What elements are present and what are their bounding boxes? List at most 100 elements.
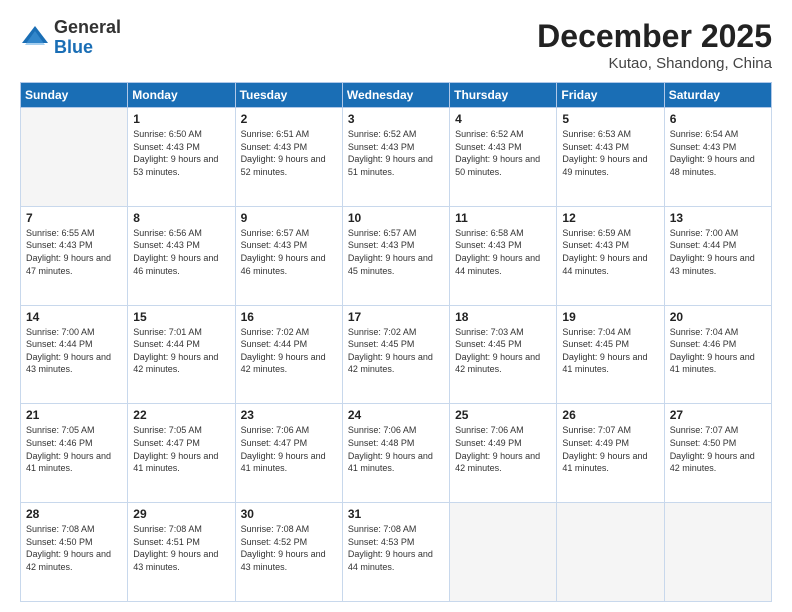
day-number: 17 — [348, 310, 444, 324]
day-number: 3 — [348, 112, 444, 126]
weekday-header-wednesday: Wednesday — [342, 83, 449, 108]
calendar-body: 1Sunrise: 6:50 AMSunset: 4:43 PMDaylight… — [21, 108, 772, 602]
day-number: 13 — [670, 211, 766, 225]
calendar-cell: 25 Sunrise: 7:06 AMSunset: 4:49 PMDayligh… — [450, 404, 557, 503]
day-info: Sunrise: 7:07 AMSunset: 4:50 PMDaylight:… — [670, 424, 766, 474]
day-number: 21 — [26, 408, 122, 422]
calendar-page: General Blue December 2025 Kutao, Shando… — [0, 0, 792, 612]
calendar-cell: 27 Sunrise: 7:07 AMSunset: 4:50 PMDayligh… — [664, 404, 771, 503]
weekday-header-sunday: Sunday — [21, 83, 128, 108]
day-info: Sunrise: 7:02 AMSunset: 4:45 PMDaylight:… — [348, 326, 444, 376]
calendar-cell: 30 Sunrise: 7:08 AMSunset: 4:52 PMDayligh… — [235, 503, 342, 602]
day-number: 30 — [241, 507, 337, 521]
calendar-cell: 22 Sunrise: 7:05 AMSunset: 4:47 PMDayligh… — [128, 404, 235, 503]
day-number: 28 — [26, 507, 122, 521]
calendar-cell: 21 Sunrise: 7:05 AMSunset: 4:46 PMDayligh… — [21, 404, 128, 503]
calendar-cell: 23Sunrise: 7:06 AMSunset: 4:47 PMDayligh… — [235, 404, 342, 503]
day-number: 19 — [562, 310, 658, 324]
day-info: Sunrise: 6:59 AMSunset: 4:43 PMDaylight:… — [562, 227, 658, 277]
calendar-week-row: 28 Sunrise: 7:08 AMSunset: 4:50 PMDayligh… — [21, 503, 772, 602]
day-info: Sunrise: 6:55 AMSunset: 4:43 PMDaylight:… — [26, 227, 122, 277]
day-number: 4 — [455, 112, 551, 126]
day-number: 25 — [455, 408, 551, 422]
day-number: 7 — [26, 211, 122, 225]
day-number: 18 — [455, 310, 551, 324]
day-info: Sunrise: 7:06 AMSunset: 4:48 PMDaylight:… — [348, 424, 444, 474]
day-info: Sunrise: 7:02 AMSunset: 4:44 PMDaylight:… — [241, 326, 337, 376]
calendar-week-row: 21 Sunrise: 7:05 AMSunset: 4:46 PMDayligh… — [21, 404, 772, 503]
logo-general: General — [54, 18, 121, 38]
calendar-cell — [450, 503, 557, 602]
day-info: Sunrise: 7:04 AMSunset: 4:46 PMDaylight:… — [670, 326, 766, 376]
day-number: 23 — [241, 408, 337, 422]
day-info: Sunrise: 7:03 AMSunset: 4:45 PMDaylight:… — [455, 326, 551, 376]
calendar-cell: 11 Sunrise: 6:58 AMSunset: 4:43 PMDayligh… — [450, 206, 557, 305]
calendar-cell: 19Sunrise: 7:04 AMSunset: 4:45 PMDayligh… — [557, 305, 664, 404]
calendar-table: SundayMondayTuesdayWednesdayThursdayFrid… — [20, 82, 772, 602]
calendar-cell: 29Sunrise: 7:08 AMSunset: 4:51 PMDayligh… — [128, 503, 235, 602]
calendar-cell: 8Sunrise: 6:56 AMSunset: 4:43 PMDaylight… — [128, 206, 235, 305]
weekday-header-tuesday: Tuesday — [235, 83, 342, 108]
day-number: 27 — [670, 408, 766, 422]
day-info: Sunrise: 6:52 AMSunset: 4:43 PMDaylight:… — [455, 128, 551, 178]
calendar-cell: 24 Sunrise: 7:06 AMSunset: 4:48 PMDayligh… — [342, 404, 449, 503]
calendar-week-row: 14 Sunrise: 7:00 AMSunset: 4:44 PMDayligh… — [21, 305, 772, 404]
calendar-week-row: 1Sunrise: 6:50 AMSunset: 4:43 PMDaylight… — [21, 108, 772, 207]
weekday-header-friday: Friday — [557, 83, 664, 108]
day-number: 2 — [241, 112, 337, 126]
weekday-header-saturday: Saturday — [664, 83, 771, 108]
day-info: Sunrise: 6:51 AMSunset: 4:43 PMDaylight:… — [241, 128, 337, 178]
day-info: Sunrise: 6:50 AMSunset: 4:43 PMDaylight:… — [133, 128, 229, 178]
day-number: 11 — [455, 211, 551, 225]
calendar-cell: 7 Sunrise: 6:55 AMSunset: 4:43 PMDaylight… — [21, 206, 128, 305]
day-number: 24 — [348, 408, 444, 422]
day-info: Sunrise: 6:53 AMSunset: 4:43 PMDaylight:… — [562, 128, 658, 178]
day-info: Sunrise: 7:00 AMSunset: 4:44 PMDaylight:… — [670, 227, 766, 277]
calendar-cell: 5 Sunrise: 6:53 AMSunset: 4:43 PMDaylight… — [557, 108, 664, 207]
day-info: Sunrise: 6:57 AMSunset: 4:43 PMDaylight:… — [348, 227, 444, 277]
calendar-cell: 16 Sunrise: 7:02 AMSunset: 4:44 PMDayligh… — [235, 305, 342, 404]
calendar-cell: 6 Sunrise: 6:54 AMSunset: 4:43 PMDaylight… — [664, 108, 771, 207]
calendar-cell: 17 Sunrise: 7:02 AMSunset: 4:45 PMDayligh… — [342, 305, 449, 404]
title-block: December 2025 Kutao, Shandong, China — [537, 18, 772, 72]
day-info: Sunrise: 6:54 AMSunset: 4:43 PMDaylight:… — [670, 128, 766, 178]
day-number: 9 — [241, 211, 337, 225]
day-info: Sunrise: 7:08 AMSunset: 4:53 PMDaylight:… — [348, 523, 444, 573]
day-number: 8 — [133, 211, 229, 225]
day-info: Sunrise: 7:08 AMSunset: 4:50 PMDaylight:… — [26, 523, 122, 573]
calendar-cell: 26Sunrise: 7:07 AMSunset: 4:49 PMDayligh… — [557, 404, 664, 503]
calendar-header: SundayMondayTuesdayWednesdayThursdayFrid… — [21, 83, 772, 108]
day-info: Sunrise: 6:52 AMSunset: 4:43 PMDaylight:… — [348, 128, 444, 178]
day-info: Sunrise: 6:58 AMSunset: 4:43 PMDaylight:… — [455, 227, 551, 277]
day-info: Sunrise: 7:01 AMSunset: 4:44 PMDaylight:… — [133, 326, 229, 376]
day-info: Sunrise: 7:06 AMSunset: 4:49 PMDaylight:… — [455, 424, 551, 474]
day-number: 16 — [241, 310, 337, 324]
calendar-cell: 4 Sunrise: 6:52 AMSunset: 4:43 PMDaylight… — [450, 108, 557, 207]
day-number: 5 — [562, 112, 658, 126]
day-number: 14 — [26, 310, 122, 324]
logo: General Blue — [20, 18, 121, 58]
day-info: Sunrise: 7:00 AMSunset: 4:44 PMDaylight:… — [26, 326, 122, 376]
logo-text: General Blue — [54, 18, 121, 58]
day-info: Sunrise: 7:05 AMSunset: 4:47 PMDaylight:… — [133, 424, 229, 474]
calendar-cell — [557, 503, 664, 602]
calendar-cell — [21, 108, 128, 207]
header: General Blue December 2025 Kutao, Shando… — [20, 18, 772, 72]
calendar-cell: 12Sunrise: 6:59 AMSunset: 4:43 PMDayligh… — [557, 206, 664, 305]
day-number: 6 — [670, 112, 766, 126]
day-number: 22 — [133, 408, 229, 422]
location-subtitle: Kutao, Shandong, China — [537, 55, 772, 72]
calendar-cell: 31Sunrise: 7:08 AMSunset: 4:53 PMDayligh… — [342, 503, 449, 602]
month-title: December 2025 — [537, 18, 772, 55]
weekday-header-row: SundayMondayTuesdayWednesdayThursdayFrid… — [21, 83, 772, 108]
day-info: Sunrise: 7:05 AMSunset: 4:46 PMDaylight:… — [26, 424, 122, 474]
calendar-cell: 10 Sunrise: 6:57 AMSunset: 4:43 PMDayligh… — [342, 206, 449, 305]
day-info: Sunrise: 6:57 AMSunset: 4:43 PMDaylight:… — [241, 227, 337, 277]
day-number: 26 — [562, 408, 658, 422]
day-info: Sunrise: 7:08 AMSunset: 4:52 PMDaylight:… — [241, 523, 337, 573]
calendar-week-row: 7 Sunrise: 6:55 AMSunset: 4:43 PMDaylight… — [21, 206, 772, 305]
calendar-cell — [664, 503, 771, 602]
weekday-header-thursday: Thursday — [450, 83, 557, 108]
day-number: 10 — [348, 211, 444, 225]
calendar-cell: 20Sunrise: 7:04 AMSunset: 4:46 PMDayligh… — [664, 305, 771, 404]
